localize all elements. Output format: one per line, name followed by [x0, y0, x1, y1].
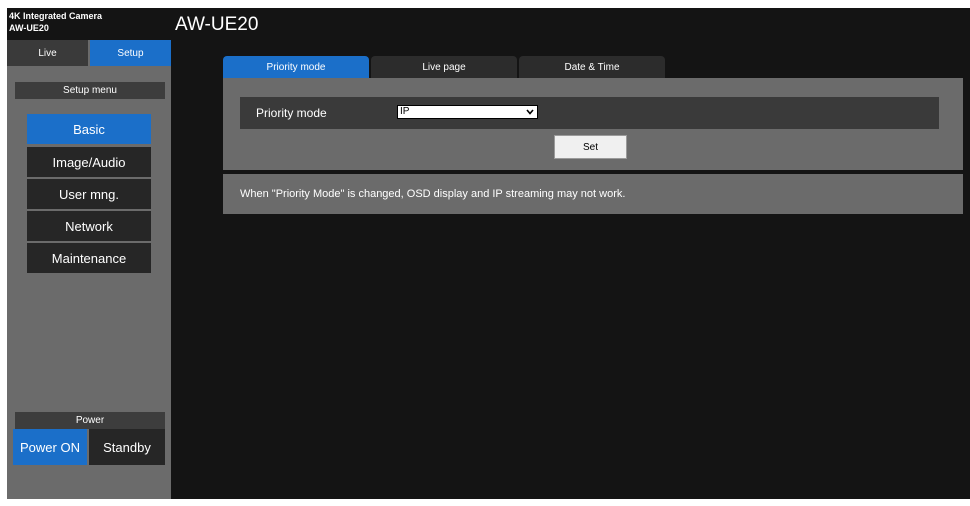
chevron-down-icon [526, 109, 534, 115]
power-controls: Power ON Standby [13, 429, 165, 465]
model-name: AW-UE20 [9, 23, 49, 33]
standby-button[interactable]: Standby [89, 429, 165, 465]
power-heading: Power [15, 412, 165, 429]
tab-live-page[interactable]: Live page [371, 56, 517, 78]
tab-setup[interactable]: Setup [90, 40, 171, 66]
model-info: 4K Integrated Camera AW-UE20 [7, 8, 171, 40]
priority-mode-row: Priority mode IP [240, 97, 939, 129]
priority-mode-select[interactable]: IP [397, 105, 538, 119]
menu-basic[interactable]: Basic [27, 114, 151, 144]
tab-priority-mode[interactable]: Priority mode [223, 56, 369, 78]
model-type: 4K Integrated Camera [9, 11, 103, 21]
tab-live[interactable]: Live [7, 40, 88, 66]
setup-tabs: Priority mode Live page Date & Time [223, 56, 667, 78]
setup-menu-heading: Setup menu [15, 82, 165, 99]
menu-user-mng[interactable]: User mng. [27, 179, 151, 209]
mode-tabs: Live Setup [7, 40, 171, 69]
priority-mode-value: IP [400, 106, 410, 117]
power-on-button[interactable]: Power ON [13, 429, 87, 465]
set-button[interactable]: Set [554, 135, 627, 159]
sidebar: 4K Integrated Camera AW-UE20 Live Setup … [7, 8, 171, 499]
menu-image-audio[interactable]: Image/Audio [27, 147, 151, 177]
menu-network[interactable]: Network [27, 211, 151, 241]
camera-web-ui: 4K Integrated Camera AW-UE20 Live Setup … [7, 8, 970, 499]
page-title: AW-UE20 [175, 14, 259, 35]
menu-maintenance[interactable]: Maintenance [27, 243, 151, 273]
priority-mode-panel: Priority mode IP Set [223, 78, 963, 170]
tab-date-time[interactable]: Date & Time [519, 56, 665, 78]
notice-text: When "Priority Mode" is changed, OSD dis… [223, 174, 963, 214]
priority-mode-label: Priority mode [256, 106, 327, 120]
